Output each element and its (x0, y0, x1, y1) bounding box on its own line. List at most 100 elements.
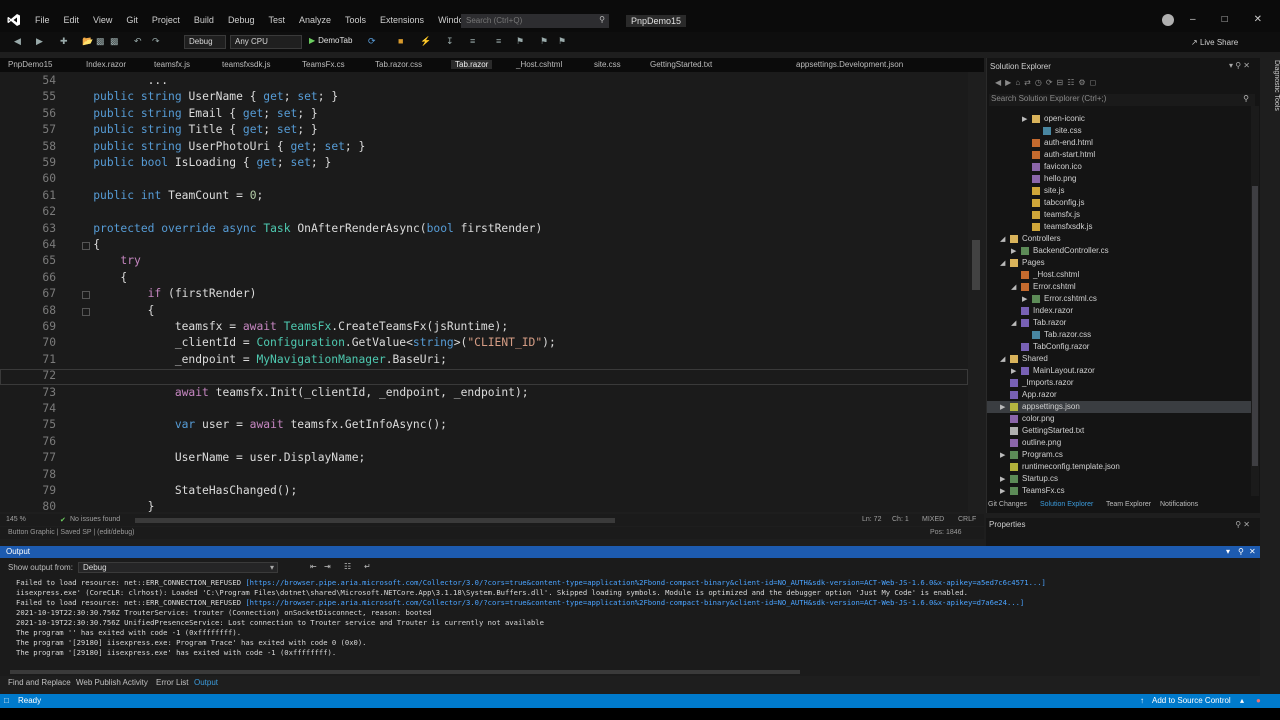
expanded-arrow-icon[interactable]: ◢ (1000, 259, 1005, 267)
collapsed-arrow-icon[interactable]: ▶ (1011, 367, 1016, 375)
pin-icon[interactable]: ⚲ (1238, 547, 1244, 556)
next-bookmark-icon[interactable]: ⚑ (558, 36, 566, 47)
tree-item[interactable]: App.razor (987, 389, 1251, 401)
menu-git[interactable]: Git (119, 15, 145, 25)
clear-all-icon[interactable]: ☷ (344, 562, 351, 571)
fold-toggle-icon[interactable] (82, 242, 90, 250)
tree-item[interactable]: ◢ Pages (987, 257, 1251, 269)
new-item-icon[interactable]: ✚ (60, 36, 68, 47)
tree-item[interactable]: _Imports.razor (987, 377, 1251, 389)
sync-icon[interactable]: ⟳ (1046, 78, 1057, 87)
save-icon[interactable]: ▩ (96, 36, 105, 47)
back-icon[interactable]: ◀ (995, 78, 1005, 87)
tree-item[interactable]: site.js (987, 185, 1251, 197)
collapsed-arrow-icon[interactable]: ▶ (1000, 403, 1005, 411)
code-line[interactable]: 67 if (firstRender) (0, 287, 968, 303)
tree-item[interactable]: outline.png (987, 437, 1251, 449)
tree-item[interactable]: ◢ Controllers (987, 233, 1251, 245)
open-folder-icon[interactable]: 📂 (82, 36, 93, 47)
sol-tab-2[interactable]: Team Explorer (1106, 501, 1151, 508)
configuration-dropdown[interactable]: Debug (184, 35, 226, 49)
bottom-tab-3[interactable]: Output (194, 678, 218, 687)
code-line[interactable]: 58 public string UserPhotoUri { get; set… (0, 140, 968, 156)
filter-icon[interactable]: ☷ (1067, 78, 1078, 87)
next-message-icon[interactable]: ⇥ (324, 562, 331, 571)
code-line[interactable]: 63 protected override async Task OnAfter… (0, 222, 968, 238)
code-editor[interactable]: 54 ... 55 public string UserName { get; s… (0, 72, 968, 512)
find-message-icon[interactable]: ⇤ (310, 562, 317, 571)
tree-item[interactable]: teamsfx.js (987, 209, 1251, 221)
menu-extensions[interactable]: Extensions (373, 15, 431, 25)
tree-item[interactable]: ▶ Error.cshtml.cs (987, 293, 1251, 305)
tree-item[interactable]: _Host.cshtml (987, 269, 1251, 281)
code-line[interactable]: 55 public string UserName { get; set; } (0, 90, 968, 106)
editor-horizontal-scrollbar[interactable] (135, 518, 615, 523)
search-input[interactable]: Search (Ctrl+Q) ⚲ (461, 14, 609, 28)
scrollbar-thumb[interactable] (1252, 186, 1258, 466)
hot-reload-icon[interactable]: ⚡ (420, 36, 431, 47)
code-line[interactable]: 79 StateHasChanged(); (0, 484, 968, 500)
chevron-up-icon[interactable]: ▴ (1240, 696, 1244, 705)
word-wrap-icon[interactable]: ↵ (364, 562, 371, 571)
code-line[interactable]: 59 public bool IsLoading { get; set; } (0, 156, 968, 172)
uncomment-icon[interactable]: ≡ (496, 36, 501, 46)
tree-item[interactable]: ◢ Tab.razor (987, 317, 1251, 329)
code-line[interactable]: 64 { (0, 238, 968, 254)
tree-item[interactable]: GettingStarted.txt (987, 425, 1251, 437)
back-icon[interactable]: ◀ (14, 36, 21, 47)
menu-tools[interactable]: Tools (338, 15, 373, 25)
tree-item[interactable]: ▶ Startup.cs (987, 473, 1251, 485)
editor-vertical-scrollbar[interactable] (968, 72, 984, 512)
output-horizontal-scrollbar[interactable] (10, 670, 800, 674)
notifications-icon[interactable]: ● (1256, 696, 1261, 705)
code-line[interactable]: 69 teamsfx = await TeamsFx.CreateTeamsFx… (0, 320, 968, 336)
code-line[interactable]: 70 _clientId = Configuration.GetValue<st… (0, 336, 968, 352)
collapse-icon[interactable]: ⊟ (1057, 78, 1068, 87)
bookmark-icon[interactable]: ⚑ (516, 36, 524, 47)
tree-item[interactable]: site.css (987, 125, 1251, 137)
whitespace-mode[interactable]: MIXED (922, 516, 944, 523)
save-all-icon[interactable]: ▩ (110, 36, 119, 47)
pin-icon[interactable]: ⚲ (1235, 61, 1241, 70)
code-line[interactable]: 65 try (0, 254, 968, 270)
tree-item[interactable]: auth-end.html (987, 137, 1251, 149)
comment-icon[interactable]: ≡ (470, 36, 475, 46)
diagnostic-tools-tab[interactable]: Diagnostic Tools (1262, 58, 1280, 158)
code-line[interactable]: 73 await teamsfx.Init(_clientId, _endpoi… (0, 386, 968, 402)
tree-item[interactable]: Tab.razor.css (987, 329, 1251, 341)
collapsed-arrow-icon[interactable]: ▶ (1022, 115, 1027, 123)
tab-6[interactable]: Tab.razor (451, 60, 493, 69)
output-close-icon[interactable]: ✕ (1249, 547, 1256, 556)
properties-icon[interactable]: ⚙ (1078, 78, 1089, 87)
tree-item[interactable]: auth-start.html (987, 149, 1251, 161)
close-icon[interactable]: ✕ (1254, 14, 1262, 25)
output-link[interactable]: [https://browser.pipe.aria.microsoft.com… (245, 598, 1024, 607)
line-ending[interactable]: CRLF (958, 516, 976, 523)
panel-menu-icon[interactable]: ▾ (1229, 61, 1233, 70)
collapsed-arrow-icon[interactable]: ▶ (1022, 295, 1027, 303)
tree-item[interactable]: ▶ open-iconic (987, 113, 1251, 125)
code-line[interactable]: 56 public string Email { get; set; } (0, 107, 968, 123)
step-into-icon[interactable]: ↧ (446, 36, 454, 47)
code-line[interactable]: 61 public int TeamCount = 0; (0, 189, 968, 205)
tab-8[interactable]: site.css (594, 60, 621, 69)
tab-0[interactable]: PnpDemo15 (8, 60, 52, 69)
code-line[interactable]: 54 ... (0, 74, 968, 90)
menu-build[interactable]: Build (187, 15, 221, 25)
tab-7[interactable]: _Host.cshtml (516, 60, 562, 69)
platform-dropdown[interactable]: Any CPU (230, 35, 302, 49)
tree-item[interactable]: ◢ Shared (987, 353, 1251, 365)
tree-item[interactable]: hello.png (987, 173, 1251, 185)
account-icon[interactable] (1162, 14, 1174, 26)
refresh-icon[interactable]: ⟳ (368, 36, 376, 47)
collapsed-arrow-icon[interactable]: ▶ (1000, 451, 1005, 459)
menu-test[interactable]: Test (261, 15, 292, 25)
code-line[interactable]: 68 { (0, 304, 968, 320)
forward-icon[interactable]: ▶ (36, 36, 43, 47)
scrollbar-thumb[interactable] (972, 240, 980, 290)
tab-10[interactable]: appsettings.Development.json (796, 60, 903, 69)
code-line[interactable]: 66 { (0, 271, 968, 287)
menu-file[interactable]: File (28, 15, 57, 25)
properties-close-icon[interactable]: ⚲ ✕ (1235, 520, 1250, 529)
tree-item[interactable]: ◢ Error.cshtml (987, 281, 1251, 293)
